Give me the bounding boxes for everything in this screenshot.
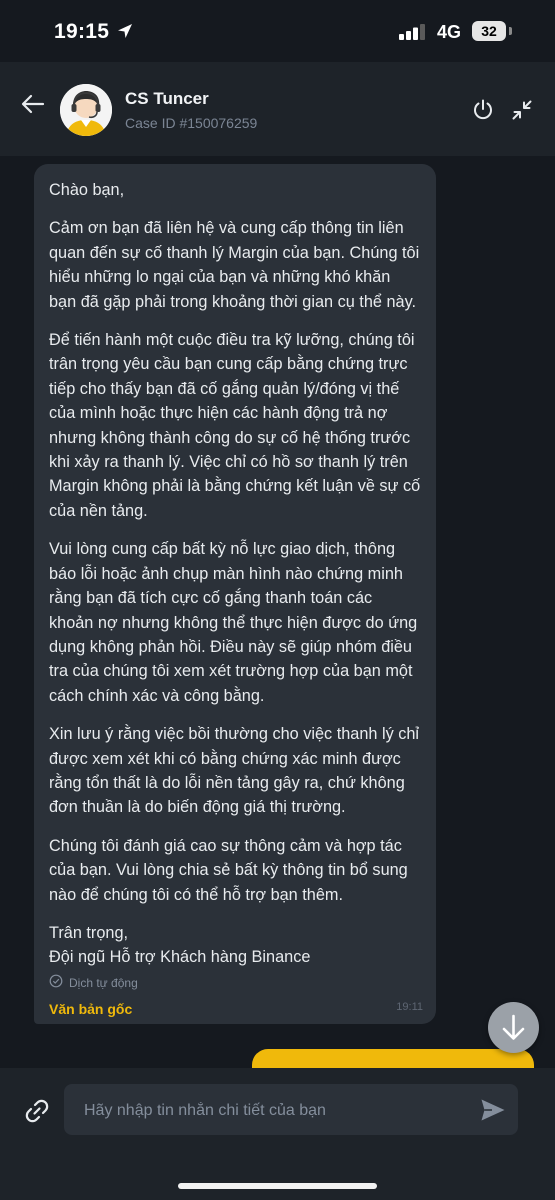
message-time: 19:11 (396, 1001, 423, 1013)
send-icon[interactable] (480, 1098, 506, 1127)
message-input-box (64, 1084, 518, 1137)
message-paragraph: Vui lòng cung cấp bất kỳ nỗ lực giao dịc… (49, 540, 418, 705)
network-type: 4G (437, 22, 462, 42)
message-paragraph: Chúng tôi đánh giá cao sự thông cảm và h… (49, 836, 408, 904)
chat-messages[interactable]: Chào bạn, Cảm ơn bạn đã liên hệ và cung … (0, 156, 555, 1068)
case-id: Case ID #150076259 (125, 115, 258, 131)
message-paragraph: Để tiến hành một cuộc điều tra kỹ lưỡng,… (49, 331, 421, 520)
arrow-left-icon[interactable] (20, 92, 46, 121)
status-time: 19:15 (54, 20, 110, 43)
battery-level: 32 (472, 21, 506, 41)
battery-icon (509, 27, 512, 35)
minimize-arrows-icon[interactable] (510, 98, 534, 127)
status-bar: 19:15 4G 32 (0, 0, 555, 62)
agent-message-bubble: Chào bạn, Cảm ơn bạn đã liên hệ và cung … (34, 164, 436, 1024)
avatar (60, 84, 112, 136)
chat-header: CS Tuncer Case ID #150076259 (0, 62, 555, 156)
check-circle-icon (49, 974, 63, 993)
auto-translate-label: Dịch tự động (69, 976, 138, 991)
location-arrow-icon (116, 22, 134, 45)
agent-name: CS Tuncer (125, 89, 209, 108)
message-paragraph: Cảm ơn bạn đã liên hệ và cung cấp thông … (49, 219, 420, 311)
message-paragraph: Xin lưu ý rằng việc bồi thường cho việc … (49, 725, 420, 817)
message-input[interactable] (82, 1084, 466, 1137)
message-greeting: Chào bạn, (49, 181, 125, 199)
sign-off-line: Trân trọng, (49, 923, 129, 942)
sign-off-team: Đội ngũ Hỗ trợ Khách hàng Binance (49, 948, 311, 967)
original-text-link[interactable]: Văn bản gốc (49, 1001, 421, 1017)
home-indicator (178, 1183, 377, 1189)
message-sign-off: Trân trọng, Đội ngũ Hỗ trợ Khách hàng Bi… (49, 921, 421, 970)
composer-bar (0, 1068, 555, 1200)
auto-translate-row: Dịch tự động (49, 974, 421, 993)
power-icon[interactable] (471, 98, 495, 127)
signal-bars-icon (399, 24, 427, 45)
link-icon[interactable] (22, 1096, 52, 1131)
scroll-down-button[interactable] (488, 1002, 539, 1053)
arrow-down-icon (502, 1014, 525, 1040)
